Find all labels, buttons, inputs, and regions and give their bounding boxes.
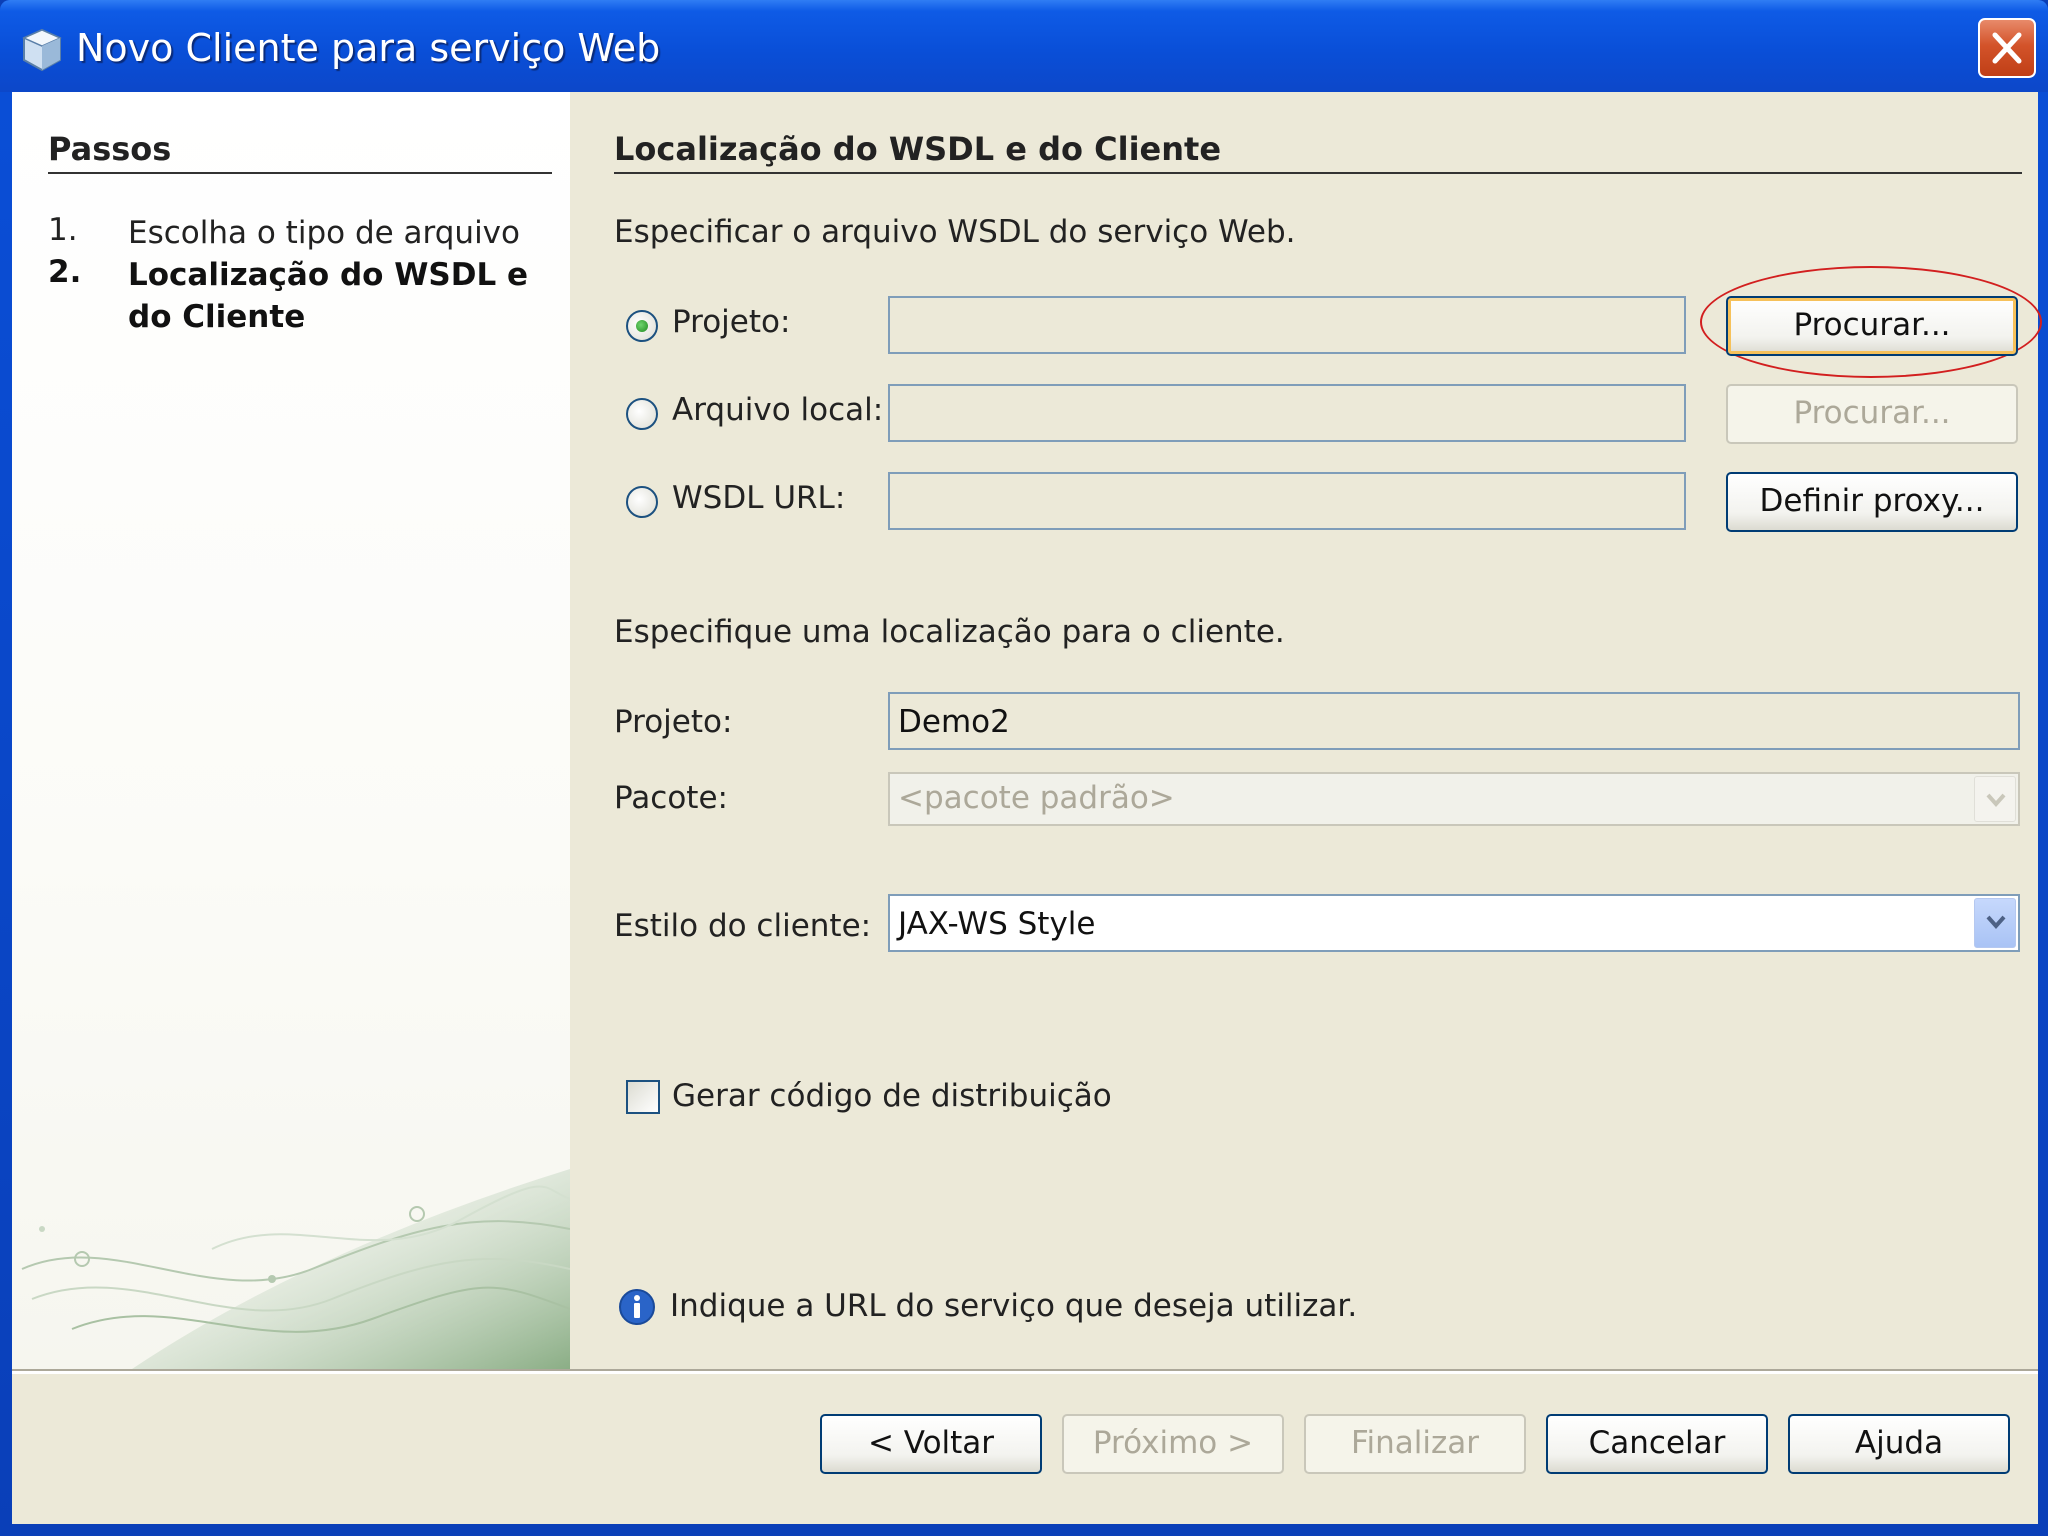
local-file-field[interactable] [888,384,1686,442]
field-value: JAX-WS Style [898,906,1096,942]
steps-panel: Passos 1. Escolha o tipo de arquivo 2. L… [12,92,570,1369]
info-message: Indique a URL do serviço que deseja util… [670,1288,1358,1324]
section-title: Localização do WSDL e do Cliente [614,130,1222,168]
wsdl-intro-text: Especificar o arquivo WSDL do serviço We… [614,214,1296,250]
radio-projeto[interactable] [626,310,658,342]
field-value: Demo2 [898,704,1010,740]
dialog-window: Novo Cliente para serviço Web Passos 1. … [0,0,2048,1536]
radio-projeto-label[interactable]: Projeto: [672,304,790,340]
project-field[interactable]: Demo2 [888,692,2020,750]
client-intro-text: Especifique uma localização para o clien… [614,614,1285,650]
decorative-swirl [21,1169,570,1369]
project-label: Projeto: [614,704,733,740]
step-label: Localização do WSDL e do Cliente [128,257,529,335]
package-label: Pacote: [614,780,728,816]
browse-project-button[interactable]: Procurar... [1726,296,2018,356]
button-bar: < Voltar Próximo > Finalizar Cancelar Aj… [12,1374,2038,1524]
browse-local-file-button[interactable]: Procurar... [1726,384,2018,444]
wsdl-url-field[interactable] [888,472,1686,530]
title-bar[interactable]: Novo Cliente para serviço Web [0,0,2048,92]
radio-arquivo-local[interactable] [626,398,658,430]
step-label: Escolha o tipo de arquivo [128,215,520,251]
finish-button[interactable]: Finalizar [1304,1414,1526,1474]
radio-wsdl-url[interactable] [626,486,658,518]
help-button[interactable]: Ajuda [1788,1414,2010,1474]
package-combo[interactable]: <pacote padrão> [888,772,2020,826]
step-number: 1. [48,212,78,248]
cube-icon [22,28,62,72]
chevron-down-icon[interactable] [1974,898,2016,948]
dispatch-checkbox[interactable] [626,1080,660,1114]
define-proxy-button[interactable]: Definir proxy... [1726,472,2018,532]
client-style-combo[interactable]: JAX-WS Style [888,894,2020,952]
field-value: <pacote padrão> [898,780,1175,816]
radio-arquivo-local-label[interactable]: Arquivo local: [672,392,883,428]
dialog-body: Passos 1. Escolha o tipo de arquivo 2. L… [12,92,2042,1524]
next-button[interactable]: Próximo > [1062,1414,1284,1474]
wizard-content: Localização do WSDL e do Cliente Especif… [570,92,2042,1369]
back-button[interactable]: < Voltar [820,1414,1042,1474]
close-icon [1992,32,2022,64]
steps-divider [48,172,552,174]
close-button[interactable] [1978,18,2036,78]
step-number: 2. [48,254,82,290]
info-icon [619,1289,655,1325]
steps-title: Passos [48,130,172,168]
window-title: Novo Cliente para serviço Web [76,26,661,70]
client-style-label: Estilo do cliente: [614,908,872,944]
chevron-down-icon[interactable] [1974,776,2016,822]
dispatch-checkbox-label[interactable]: Gerar código de distribuição [672,1078,1112,1114]
radio-wsdl-url-label[interactable]: WSDL URL: [672,480,845,516]
cancel-button[interactable]: Cancelar [1546,1414,1768,1474]
projeto-wsdl-field[interactable] [888,296,1686,354]
section-divider [614,172,2022,174]
